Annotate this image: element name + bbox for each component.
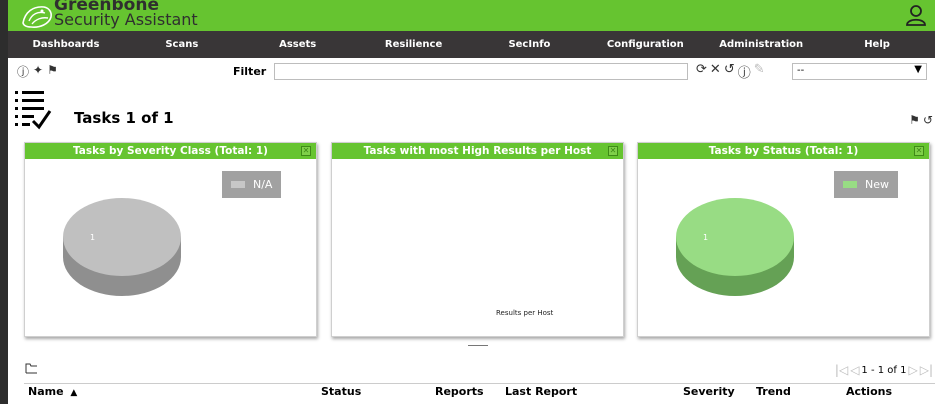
refresh-icon[interactable]: ↺	[923, 113, 933, 127]
column-name[interactable]: Name ▲	[28, 385, 77, 398]
legend-swatch	[843, 181, 857, 188]
new-task-icon[interactable]: ⚑	[47, 63, 58, 80]
filter-help-icon[interactable]: ⓙ	[738, 62, 751, 81]
nav-assets[interactable]: Assets	[240, 31, 356, 58]
nav-scans[interactable]: Scans	[124, 31, 240, 58]
tasks-list-icon	[15, 91, 52, 130]
column-reports[interactable]: Reports	[435, 385, 484, 398]
app-header: Greenbone Security Assistant	[8, 0, 935, 31]
pie-slice-top[interactable]	[676, 198, 794, 276]
column-severity[interactable]: Severity	[683, 385, 735, 398]
filter-select-value: --	[797, 65, 805, 76]
legend-label: N/A	[253, 178, 273, 191]
column-actions: Actions	[846, 385, 892, 398]
title-actions: ⚑ ↺	[909, 113, 933, 127]
reset-filter-icon[interactable]: ↺	[724, 62, 735, 81]
filter-label: Filter	[233, 65, 267, 78]
folder-icon[interactable]	[25, 363, 38, 374]
wizard-icon[interactable]: ✦	[33, 63, 43, 80]
page-title: Tasks 1 of 1	[74, 109, 174, 127]
chart-legend: N/A	[222, 171, 282, 198]
column-last-report[interactable]: Last Report	[505, 385, 577, 398]
dashboard-resize-handle[interactable]	[468, 345, 488, 346]
pie-slice-label: 1	[90, 233, 95, 242]
first-page-icon[interactable]: |◁	[835, 363, 848, 377]
column-status[interactable]: Status	[321, 385, 361, 398]
nav-secinfo[interactable]: SecInfo	[472, 31, 588, 58]
filter-select[interactable]: -- ▼	[792, 63, 927, 80]
nav-administration[interactable]: Administration	[703, 31, 819, 58]
chart-legend: New	[834, 171, 898, 198]
panel-title[interactable]: Tasks by Status (Total: 1) ✕	[638, 143, 929, 159]
pie-slice-label: 1	[703, 233, 708, 242]
filter-input[interactable]	[274, 63, 688, 80]
pie-chart-severity: 1	[63, 198, 181, 296]
nav-dashboards[interactable]: Dashboards	[8, 31, 124, 58]
next-page-icon[interactable]: ▷	[908, 363, 917, 377]
close-icon[interactable]: ✕	[301, 146, 311, 156]
tasks-table-header: Name ▲ Status Reports Last Report Severi…	[24, 383, 935, 404]
pie-chart-status: 1	[676, 198, 794, 296]
nav-resilience[interactable]: Resilience	[356, 31, 472, 58]
sort-ascending-icon[interactable]: ▲	[70, 388, 77, 398]
remove-filter-icon[interactable]: ✕	[710, 62, 721, 81]
panel-status[interactable]: Tasks by Status (Total: 1) ✕ New 1	[637, 142, 930, 337]
main-nav: Dashboards Scans Assets Resilience SecIn…	[8, 31, 935, 58]
new-task-icon[interactable]: ⚑	[909, 113, 920, 127]
close-icon[interactable]: ✕	[914, 146, 924, 156]
help-icon[interactable]: ⓙ	[17, 63, 29, 80]
previous-page-icon[interactable]: ◁	[850, 363, 859, 377]
toolbar-icons: ⓙ ✦ ⚑	[17, 63, 58, 80]
pie-slice-top[interactable]	[63, 198, 181, 276]
update-filter-icon[interactable]: ⟳	[696, 62, 707, 81]
toolbar: ⓙ ✦ ⚑ Filter ⟳ ✕ ↺ ⓙ ✎ -- ▼	[8, 58, 935, 84]
close-icon[interactable]: ✕	[608, 146, 618, 156]
edit-filter-icon[interactable]: ✎	[754, 62, 765, 81]
brand-subtitle: Security Assistant	[54, 10, 198, 29]
column-trend: Trend	[756, 385, 791, 398]
panel-high-results-per-host[interactable]: Tasks with most High Results per Host ✕ …	[331, 142, 624, 337]
user-menu-icon[interactable]	[905, 3, 927, 27]
chart-axis-caption: Results per Host	[496, 309, 554, 317]
nav-help[interactable]: Help	[819, 31, 935, 58]
nav-configuration[interactable]: Configuration	[587, 31, 703, 58]
app-frame: Greenbone Security Assistant Dashboards …	[8, 0, 935, 404]
panel-title[interactable]: Tasks by Severity Class (Total: 1) ✕	[25, 143, 316, 159]
chevron-down-icon: ▼	[914, 64, 922, 75]
pagination-text: 1 - 1 of 1	[861, 364, 907, 376]
legend-swatch	[231, 181, 245, 188]
legend-label: New	[865, 178, 889, 191]
filter-actions: ⟳ ✕ ↺ ⓙ ✎	[696, 62, 765, 81]
pagination: |◁ ◁ 1 - 1 of 1 ▷ ▷|	[835, 363, 933, 377]
greenbone-logo-icon[interactable]	[20, 2, 54, 30]
last-page-icon[interactable]: ▷|	[920, 363, 933, 377]
panel-severity-class[interactable]: Tasks by Severity Class (Total: 1) ✕ N/A…	[24, 142, 317, 337]
panel-title[interactable]: Tasks with most High Results per Host ✕	[332, 143, 623, 159]
